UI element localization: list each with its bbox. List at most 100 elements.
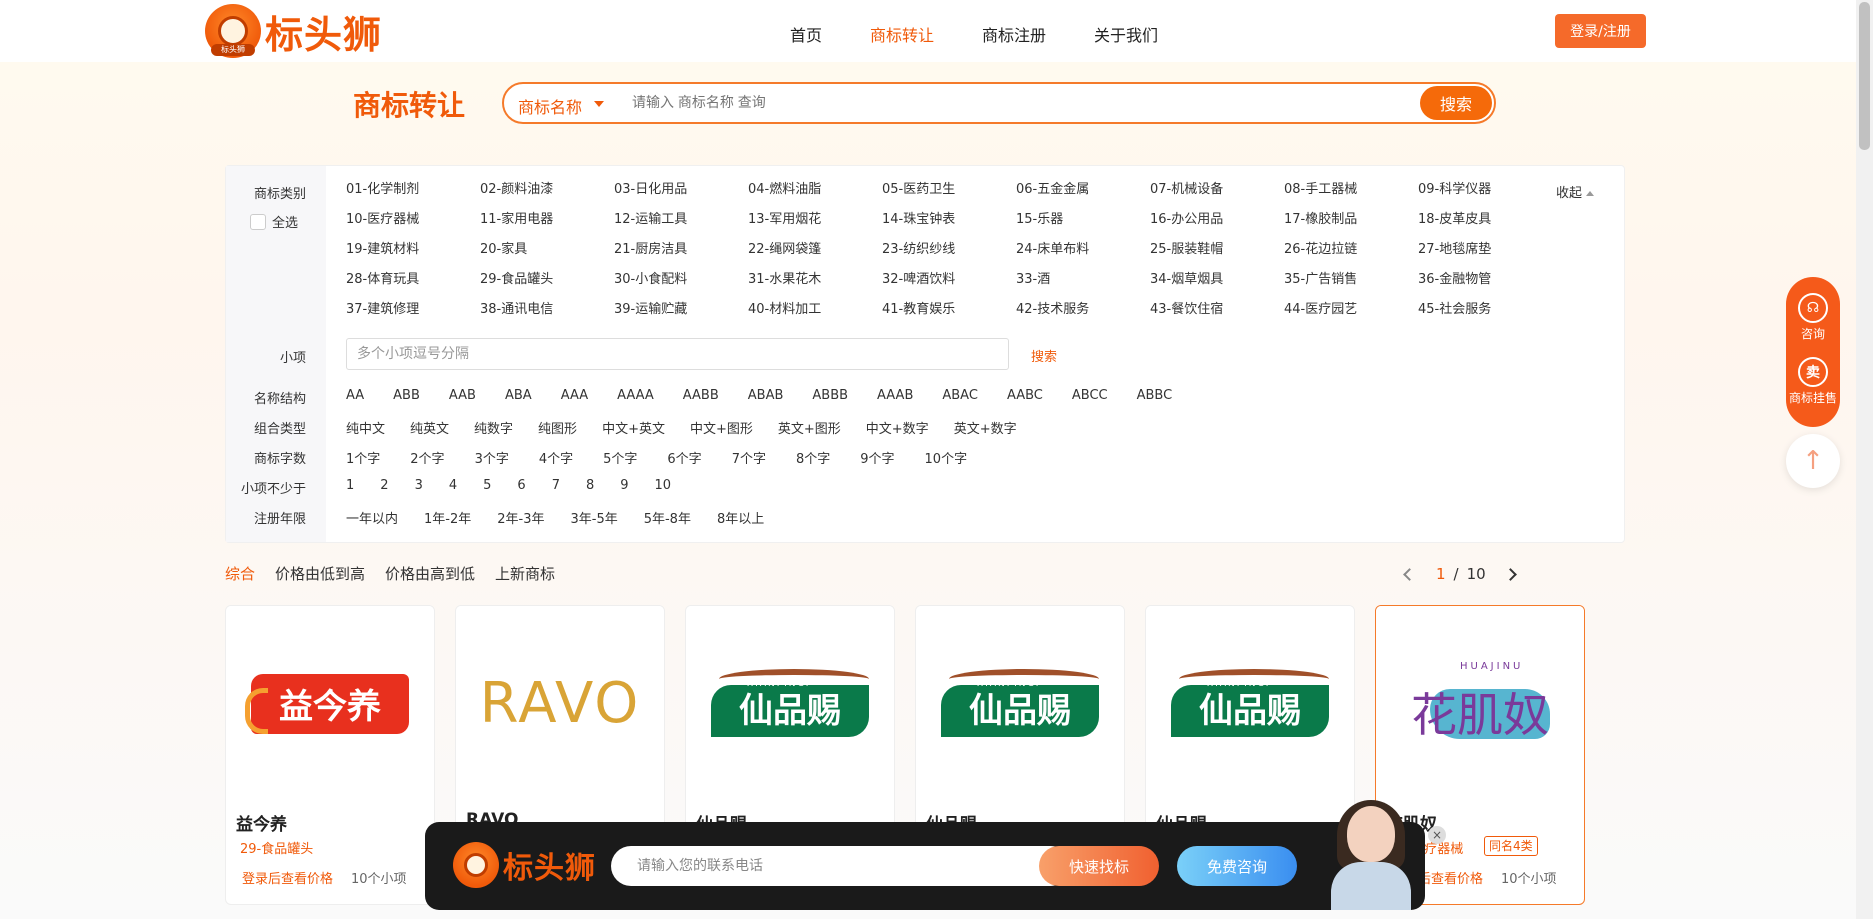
close-icon[interactable]: × (1428, 826, 1446, 844)
category-option[interactable]: 06-五金金属 (1016, 181, 1150, 199)
category-option[interactable]: 19-建筑材料 (346, 241, 480, 259)
structure-option[interactable]: AAB (449, 388, 476, 403)
category-option[interactable]: 29-食品罐头 (480, 271, 614, 289)
combo-option[interactable]: 纯中文 (346, 418, 385, 437)
min-items-option[interactable]: 9 (620, 478, 628, 493)
structure-option[interactable]: AABB (683, 388, 719, 403)
category-option[interactable]: 43-餐饮住宿 (1150, 301, 1284, 319)
combo-option[interactable]: 纯英文 (410, 418, 449, 437)
category-option[interactable]: 08-手工器械 (1284, 181, 1418, 199)
select-all-checkbox[interactable]: 全选 (250, 212, 298, 231)
sort-price-desc[interactable]: 价格由高到低 (385, 563, 475, 584)
category-option[interactable]: 26-花边拉链 (1284, 241, 1418, 259)
nav-home[interactable]: 首页 (790, 22, 822, 46)
category-option[interactable]: 38-通讯电信 (480, 301, 614, 319)
years-option[interactable]: 一年以内 (346, 508, 398, 527)
quick-find-button[interactable]: 快速找标 (1039, 846, 1159, 886)
structure-option[interactable]: AAAA (617, 388, 654, 403)
card-price[interactable]: 登录后查看价格 (242, 868, 333, 887)
search-input[interactable] (632, 94, 1332, 110)
login-register-button[interactable]: 登录/注册 (1555, 14, 1646, 48)
min-items-option[interactable]: 6 (517, 478, 525, 493)
category-option[interactable]: 17-橡胶制品 (1284, 211, 1418, 229)
min-items-option[interactable]: 7 (552, 478, 560, 493)
category-option[interactable]: 10-医疗器械 (346, 211, 480, 229)
phone-input[interactable]: 请输入您的联系电话 (611, 846, 1071, 886)
category-option[interactable]: 27-地毯席垫 (1418, 241, 1552, 259)
category-option[interactable]: 05-医药卫生 (882, 181, 1016, 199)
chevron-right-icon[interactable] (1503, 567, 1517, 581)
sort-default[interactable]: 综合 (225, 563, 255, 584)
category-option[interactable]: 11-家用电器 (480, 211, 614, 229)
category-option[interactable]: 37-建筑修理 (346, 301, 480, 319)
chars-option[interactable]: 10个字 (925, 448, 968, 467)
years-option[interactable]: 8年以上 (717, 508, 764, 527)
combo-option[interactable]: 中文+英文 (602, 418, 665, 437)
category-option[interactable]: 01-化学制剂 (346, 181, 480, 199)
chars-option[interactable]: 6个字 (667, 448, 701, 467)
category-option[interactable]: 44-医疗园艺 (1284, 301, 1418, 319)
checkbox-icon[interactable] (250, 213, 266, 230)
trademark-card[interactable]: 益今养 益今养 29-食品罐头 登录后查看价格 10个小项 (225, 605, 435, 905)
free-consult-button[interactable]: 免费咨询 (1177, 846, 1297, 886)
years-option[interactable]: 2年-3年 (497, 508, 544, 527)
structure-option[interactable]: ABAC (942, 388, 978, 403)
category-option[interactable]: 07-机械设备 (1150, 181, 1284, 199)
category-option[interactable]: 09-科学仪器 (1418, 181, 1552, 199)
combo-option[interactable]: 中文+图形 (690, 418, 753, 437)
subitem-search-button[interactable]: 搜索 (1031, 346, 1057, 365)
structure-option[interactable]: ABB (393, 388, 420, 403)
combo-option[interactable]: 英文+数字 (954, 418, 1017, 437)
min-items-option[interactable]: 5 (483, 478, 491, 493)
category-option[interactable]: 12-运输工具 (614, 211, 748, 229)
search-button[interactable]: 搜索 (1420, 86, 1492, 120)
min-items-option[interactable]: 4 (449, 478, 457, 493)
search-type-select[interactable]: 商标名称 (518, 94, 582, 118)
category-option[interactable]: 28-体育玩具 (346, 271, 480, 289)
category-option[interactable]: 15-乐器 (1016, 211, 1150, 229)
nav-about-us[interactable]: 关于我们 (1094, 22, 1158, 46)
category-option[interactable]: 42-技术服务 (1016, 301, 1150, 319)
years-option[interactable]: 3年-5年 (570, 508, 617, 527)
min-items-option[interactable]: 1 (346, 478, 354, 493)
category-option[interactable]: 14-珠宝钟表 (882, 211, 1016, 229)
combo-option[interactable]: 纯数字 (474, 418, 513, 437)
combo-option[interactable]: 中文+数字 (866, 418, 929, 437)
structure-option[interactable]: AABC (1007, 388, 1043, 403)
category-option[interactable]: 41-教育娱乐 (882, 301, 1016, 319)
combo-option[interactable]: 纯图形 (538, 418, 577, 437)
chars-option[interactable]: 9个字 (860, 448, 894, 467)
min-items-option[interactable]: 10 (655, 478, 672, 493)
chars-option[interactable]: 2个字 (410, 448, 444, 467)
category-option[interactable]: 24-床单布料 (1016, 241, 1150, 259)
site-logo[interactable]: 标头狮 标头狮 (205, 4, 382, 58)
chars-option[interactable]: 4个字 (539, 448, 573, 467)
category-option[interactable]: 39-运输贮藏 (614, 301, 748, 319)
years-option[interactable]: 5年-8年 (644, 508, 691, 527)
sort-newest[interactable]: 上新商标 (495, 563, 555, 584)
structure-option[interactable]: AA (346, 388, 364, 403)
subitem-input[interactable]: 多个小项逗号分隔 (346, 338, 1009, 370)
category-option[interactable]: 18-皮革皮具 (1418, 211, 1552, 229)
structure-option[interactable]: ABAB (748, 388, 784, 403)
chevron-left-icon[interactable] (1403, 567, 1416, 581)
category-option[interactable]: 20-家具 (480, 241, 614, 259)
category-option[interactable]: 34-烟草烟具 (1150, 271, 1284, 289)
structure-option[interactable]: AAAB (877, 388, 913, 403)
structure-option[interactable]: ABA (505, 388, 532, 403)
min-items-option[interactable]: 2 (380, 478, 388, 493)
structure-option[interactable]: ABBC (1137, 388, 1173, 403)
chars-option[interactable]: 3个字 (475, 448, 509, 467)
category-option[interactable]: 45-社会服务 (1418, 301, 1552, 319)
category-option[interactable]: 23-纺织纱线 (882, 241, 1016, 259)
min-items-option[interactable]: 3 (415, 478, 423, 493)
nav-trademark-transfer[interactable]: 商标转让 (870, 22, 934, 46)
category-option[interactable]: 21-厨房洁具 (614, 241, 748, 259)
chars-option[interactable]: 1个字 (346, 448, 380, 467)
structure-option[interactable]: ABBB (812, 388, 848, 403)
min-items-option[interactable]: 8 (586, 478, 594, 493)
combo-option[interactable]: 英文+图形 (778, 418, 841, 437)
category-option[interactable]: 35-广告销售 (1284, 271, 1418, 289)
structure-option[interactable]: ABCC (1072, 388, 1108, 403)
category-option[interactable]: 31-水果花木 (748, 271, 882, 289)
